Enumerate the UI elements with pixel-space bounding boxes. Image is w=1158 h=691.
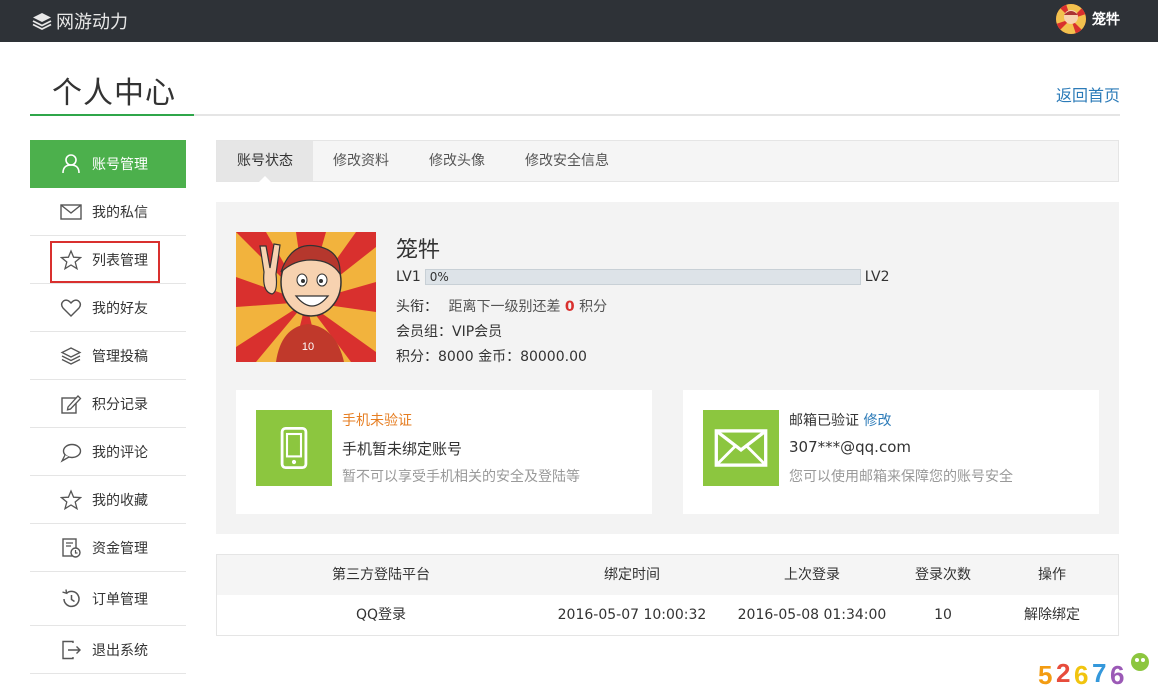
title-text: 距离下一级别还差 bbox=[448, 299, 561, 315]
col-login-count: 登录次数 bbox=[915, 567, 971, 583]
svg-text:5: 5 bbox=[1038, 660, 1052, 688]
svg-text:6: 6 bbox=[1074, 660, 1088, 688]
email-status: 邮箱已验证 bbox=[789, 413, 859, 429]
col-action: 操作 bbox=[1038, 567, 1066, 583]
member-group: 会员组：VIP会员 bbox=[396, 324, 503, 340]
user-icon bbox=[62, 154, 80, 174]
sidebar-item-label: 资金管理 bbox=[92, 540, 148, 557]
title-points: 0 bbox=[564, 299, 575, 315]
sidebar-item-logout[interactable]: 退出系统 bbox=[30, 626, 186, 674]
email-verify-card: 邮箱已验证 修改 307***@qq.com 您可以使用邮箱来保障您的账号安全 bbox=[683, 390, 1099, 514]
sidebar-item-label: 我的收藏 bbox=[92, 492, 148, 509]
cell-platform: QQ登录 bbox=[355, 607, 407, 623]
level-from: LV1 bbox=[396, 269, 421, 285]
sidebar-item-messages[interactable]: 我的私信 bbox=[30, 188, 186, 236]
col-bind-time: 绑定时间 bbox=[604, 567, 660, 583]
level-progress-text: 0% bbox=[429, 270, 449, 284]
top-user-menu[interactable]: 笼牪 bbox=[1056, 4, 1120, 34]
cell-login-count: 10 bbox=[934, 607, 952, 623]
phone-status[interactable]: 手机未验证 bbox=[342, 410, 412, 430]
envelope-icon bbox=[703, 410, 779, 486]
sidebar-item-points[interactable]: 积分记录 bbox=[30, 380, 186, 428]
sidebar-item-comments[interactable]: 我的评论 bbox=[30, 428, 186, 476]
profile-avatar: 10 bbox=[236, 232, 376, 362]
heart-icon bbox=[60, 298, 82, 317]
phone-icon bbox=[256, 410, 332, 486]
unbind-button[interactable]: 解除绑定 bbox=[1017, 595, 1087, 635]
phone-line2: 手机暂未绑定账号 bbox=[342, 440, 463, 458]
sidebar-item-label: 我的好友 bbox=[92, 300, 148, 317]
layers-icon bbox=[60, 346, 82, 365]
phone-line3: 暂不可以享受手机相关的安全及登陆等 bbox=[342, 469, 580, 485]
logout-icon bbox=[62, 640, 81, 659]
svg-text:2: 2 bbox=[1056, 658, 1070, 688]
level-to: LV2 bbox=[864, 269, 890, 285]
title-unit: 积分 bbox=[579, 299, 608, 315]
sidebar-item-label: 管理投稿 bbox=[92, 348, 148, 365]
svg-text:10: 10 bbox=[302, 341, 314, 353]
email-status-line: 邮箱已验证 修改 bbox=[789, 410, 891, 430]
tab-edit-profile[interactable]: 修改资料 bbox=[313, 141, 409, 181]
sidebar: 账号管理 我的私信 列表管理 我的好友 管理投稿 积分记录 我的评论 我的收藏 … bbox=[30, 140, 186, 674]
edit-icon bbox=[61, 394, 82, 414]
tab-account-status[interactable]: 账号状态 bbox=[217, 141, 313, 182]
sidebar-item-submissions[interactable]: 管理投稿 bbox=[30, 332, 186, 380]
email-line3: 您可以使用邮箱来保障您的账号安全 bbox=[789, 469, 1013, 485]
sidebar-item-list-management[interactable]: 列表管理 bbox=[30, 236, 186, 284]
page-header: 个人中心 返回首页 bbox=[30, 58, 1120, 116]
star-icon bbox=[60, 488, 82, 510]
sidebar-item-label: 列表管理 bbox=[92, 252, 148, 269]
cell-bind-time: 2016-05-07 10:00:32 bbox=[557, 607, 707, 623]
layers-logo-icon bbox=[32, 13, 52, 31]
top-bar: 网游动力 笼牪 bbox=[0, 0, 1158, 42]
phone-verify-card: 手机未验证 手机暂未绑定账号 暂不可以享受手机相关的安全及登陆等 bbox=[236, 390, 652, 514]
sidebar-item-label: 我的评论 bbox=[92, 444, 148, 461]
profile-tabs: 账号状态 修改资料 修改头像 修改安全信息 bbox=[216, 140, 1119, 182]
brand-name: 网游动力 bbox=[56, 12, 128, 33]
sidebar-item-favorites[interactable]: 我的收藏 bbox=[30, 476, 186, 524]
sidebar-item-account[interactable]: 账号管理 bbox=[30, 140, 186, 188]
svg-text:6: 6 bbox=[1110, 660, 1124, 688]
tab-edit-security[interactable]: 修改安全信息 bbox=[505, 141, 629, 181]
points-balance: 积分：8000 金币：80000.00 bbox=[396, 349, 587, 365]
brand[interactable]: 网游动力 bbox=[32, 8, 128, 34]
email-address: 307***@qq.com bbox=[789, 438, 911, 456]
tab-edit-avatar[interactable]: 修改头像 bbox=[409, 141, 505, 181]
site-watermark-logo: 5 2 6 7 6 bbox=[1038, 653, 1149, 688]
chat-icon bbox=[60, 443, 82, 463]
col-last-login: 上次登录 bbox=[784, 567, 840, 583]
mail-icon bbox=[60, 203, 82, 220]
email-edit-link[interactable]: 修改 bbox=[863, 413, 891, 429]
page-title: 个人中心 bbox=[30, 58, 194, 116]
third-party-binding-table: 第三方登陆平台 绑定时间 上次登录 登录次数 操作 QQ登录 2016-05-0… bbox=[216, 554, 1119, 636]
sidebar-item-label: 账号管理 bbox=[92, 157, 148, 173]
title-label: 头衔： bbox=[396, 299, 438, 315]
cell-last-login: 2016-05-08 01:34:00 bbox=[737, 607, 887, 623]
table-row: QQ登录 2016-05-07 10:00:32 2016-05-08 01:3… bbox=[217, 595, 1118, 635]
back-home-link[interactable]: 返回首页 bbox=[1056, 82, 1120, 106]
finance-icon bbox=[62, 537, 81, 558]
sidebar-item-friends[interactable]: 我的好友 bbox=[30, 284, 186, 332]
sidebar-item-orders[interactable]: 订单管理 bbox=[30, 572, 186, 626]
profile-username: 笼牪 bbox=[396, 238, 441, 263]
sidebar-item-label: 退出系统 bbox=[92, 642, 148, 659]
sidebar-item-label: 我的私信 bbox=[92, 204, 148, 221]
history-icon bbox=[62, 588, 80, 607]
sidebar-item-label: 订单管理 bbox=[92, 591, 148, 608]
profile-panel: 10 笼牪 LV1 0% LV2 头衔： 距离下一级别还差 0 积分 会员组：V… bbox=[216, 202, 1119, 534]
table-header: 第三方登陆平台 绑定时间 上次登录 登录次数 操作 bbox=[217, 555, 1118, 595]
star-icon bbox=[60, 248, 82, 270]
sidebar-item-finance[interactable]: 资金管理 bbox=[30, 524, 186, 572]
col-platform: 第三方登陆平台 bbox=[332, 567, 430, 583]
top-username: 笼牪 bbox=[1092, 12, 1120, 28]
title-line: 头衔： 距离下一级别还差 0 积分 bbox=[396, 296, 607, 316]
level-progress-bar: 0% bbox=[424, 269, 861, 285]
level-row: LV1 0% LV2 bbox=[396, 269, 890, 285]
sidebar-item-label: 积分记录 bbox=[92, 396, 148, 413]
svg-text:7: 7 bbox=[1092, 658, 1106, 688]
avatar bbox=[1056, 4, 1086, 34]
